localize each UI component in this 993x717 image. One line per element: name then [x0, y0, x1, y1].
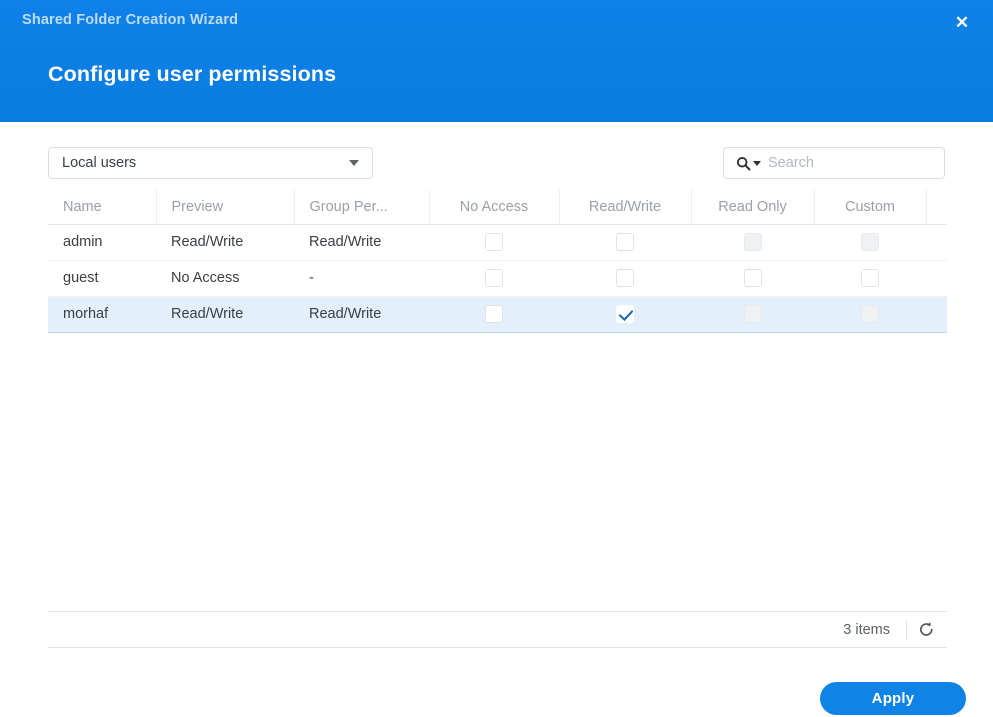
cell-custom[interactable]	[814, 260, 926, 297]
apply-button[interactable]: Apply	[820, 682, 966, 715]
search-input[interactable]	[768, 148, 963, 178]
page-title: Configure user permissions	[48, 62, 337, 86]
checkbox-read-write[interactable]	[616, 269, 634, 287]
checkbox-no-access[interactable]	[485, 233, 503, 251]
refresh-button[interactable]	[907, 617, 945, 643]
checkbox-read-write[interactable]	[616, 233, 634, 251]
column-header-preview[interactable]: Preview	[156, 190, 295, 225]
chevron-down-icon	[349, 160, 359, 166]
checkbox-read-write[interactable]	[616, 305, 634, 323]
cell-no-access[interactable]	[429, 295, 559, 333]
cell-preview: Read/Write	[156, 295, 294, 333]
cell-spacer	[926, 224, 947, 261]
column-header-custom[interactable]: Custom	[814, 190, 927, 225]
cell-no-access[interactable]	[429, 224, 559, 261]
item-count-label: 3 items	[843, 621, 890, 638]
table-row[interactable]: admin Read/Write Read/Write	[48, 224, 947, 261]
column-header-name[interactable]: Name	[48, 190, 157, 225]
user-scope-selected-value: Local users	[62, 155, 137, 171]
cell-read-write[interactable]	[559, 224, 691, 261]
column-header-read-write[interactable]: Read/Write	[559, 190, 692, 225]
search-box[interactable]	[723, 147, 963, 179]
cell-read-only	[691, 295, 814, 333]
cell-spacer	[926, 260, 947, 297]
table-row[interactable]: morhaf Read/Write Read/Write	[48, 295, 947, 333]
close-icon[interactable]: ✕	[951, 11, 973, 33]
cell-custom	[814, 224, 926, 261]
column-header-no-access[interactable]: No Access	[429, 190, 560, 225]
table-header-row: Name Preview Group Per... No Access Read…	[48, 190, 947, 225]
refresh-icon	[919, 622, 933, 636]
checkbox-custom	[861, 305, 879, 323]
wizard-header: Shared Folder Creation Wizard Configure …	[0, 0, 993, 122]
checkbox-no-access[interactable]	[485, 305, 503, 323]
wizard-name: Shared Folder Creation Wizard	[22, 12, 239, 28]
user-scope-dropdown[interactable]: Local users	[48, 147, 373, 179]
cell-preview: Read/Write	[156, 224, 294, 261]
cell-preview: No Access	[156, 260, 294, 297]
checkbox-custom	[861, 233, 879, 251]
cell-read-write[interactable]	[559, 295, 691, 333]
wizard-body: Local users Name Preview Group	[0, 122, 993, 717]
column-header-group-perm[interactable]: Group Per...	[294, 190, 430, 225]
cell-spacer	[926, 295, 947, 333]
column-header-read-only[interactable]: Read Only	[691, 190, 815, 225]
checkbox-read-only	[743, 233, 762, 251]
checkbox-read-only[interactable]	[743, 269, 762, 287]
permissions-table: Name Preview Group Per... No Access Read…	[48, 190, 947, 333]
search-filter-caret-icon[interactable]	[753, 160, 761, 166]
cell-group-permission: Read/Write	[294, 224, 429, 261]
checkbox-no-access[interactable]	[485, 269, 503, 287]
checkbox-read-only	[743, 305, 762, 323]
checkbox-custom[interactable]	[861, 269, 879, 287]
status-bar: 3 items	[48, 611, 947, 648]
cell-read-only	[691, 224, 814, 261]
permissions-table-body: admin Read/Write Read/Write guest No Acc…	[48, 224, 947, 333]
cell-user-name: guest	[48, 260, 156, 297]
cell-user-name: morhaf	[48, 295, 156, 333]
search-icon-group[interactable]	[736, 156, 761, 171]
cell-no-access[interactable]	[429, 260, 559, 297]
column-header-spacer	[926, 190, 947, 225]
cell-group-permission: Read/Write	[294, 295, 429, 333]
cell-custom	[814, 295, 926, 333]
table-row[interactable]: guest No Access -	[48, 260, 947, 297]
cell-read-write[interactable]	[559, 260, 691, 297]
cell-user-name: admin	[48, 224, 156, 261]
toolbar: Local users	[48, 147, 963, 180]
cell-read-only[interactable]	[691, 260, 814, 297]
search-icon	[736, 156, 751, 171]
cell-group-permission: -	[294, 260, 429, 297]
